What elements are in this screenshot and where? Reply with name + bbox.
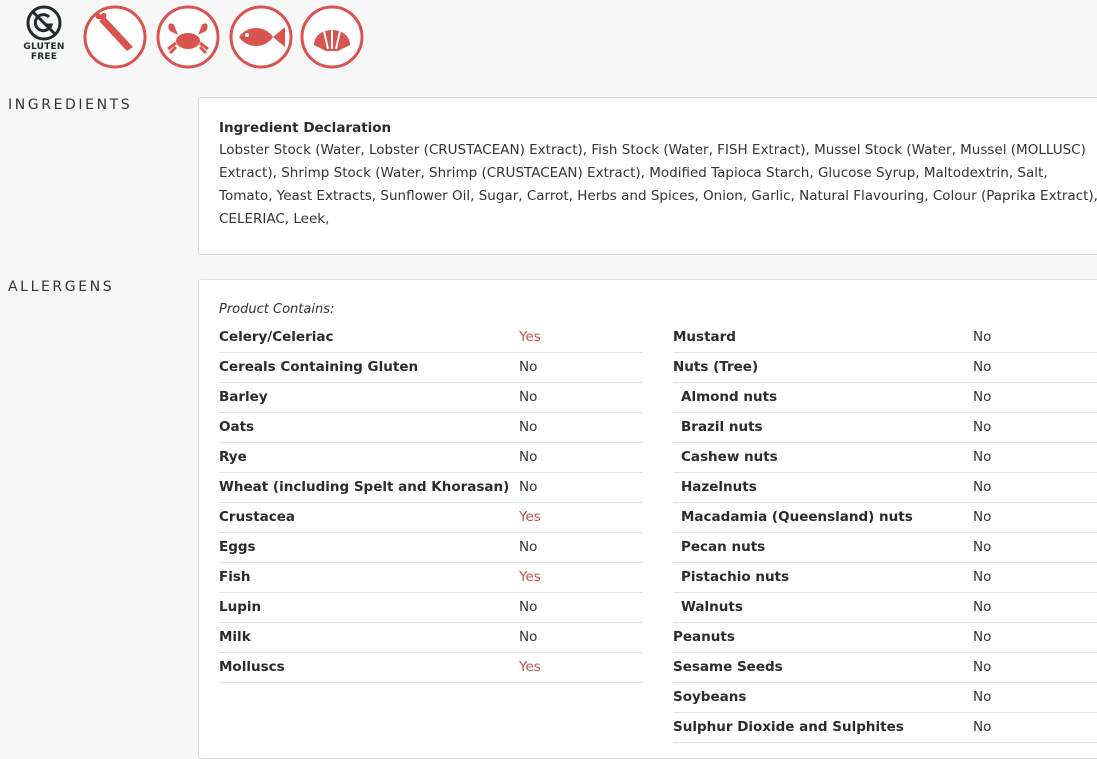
- allergen-name: Macadamia (Queensland) nuts: [681, 509, 913, 525]
- allergen-row: Rye No: [219, 443, 643, 473]
- allergen-name: Celery/Celeriac: [219, 329, 334, 345]
- allergen-row: Walnuts No: [673, 593, 1097, 623]
- allergen-name: Barley: [219, 389, 268, 405]
- celery-icon: [83, 5, 147, 69]
- allergen-name: Cashew nuts: [681, 449, 778, 465]
- allergen-name: Nuts (Tree): [673, 359, 759, 375]
- gluten-free-badge: GLUTEN FREE: [20, 4, 68, 68]
- allergen-row: Pistachio nuts No: [673, 563, 1097, 593]
- allergen-badges: GLUTEN FREE: [0, 0, 400, 75]
- gluten-free-label-1: GLUTEN: [23, 42, 65, 52]
- allergen-value: No: [973, 719, 992, 735]
- gluten-free-icon: [26, 5, 62, 41]
- allergen-name: Almond nuts: [681, 389, 778, 405]
- allergen-row: Sulphur Dioxide and Sulphites No: [673, 713, 1097, 743]
- allergen-name: Oats: [219, 419, 255, 435]
- allergen-value: No: [973, 539, 992, 555]
- allergen-value: No: [973, 479, 992, 495]
- allergen-row: Molluscs Yes: [219, 653, 643, 683]
- allergens-title: ALLERGENS: [8, 279, 115, 295]
- allergen-value: Yes: [519, 329, 541, 345]
- allergen-row: Almond nuts No: [673, 383, 1097, 413]
- allergen-row: Hazelnuts No: [673, 473, 1097, 503]
- allergen-name: Wheat (including Spelt and Khorasan): [219, 479, 510, 495]
- allergen-value: No: [519, 629, 538, 645]
- allergen-name: Crustacea: [219, 509, 296, 525]
- allergen-row: Eggs No: [219, 533, 643, 563]
- shell-icon: [300, 5, 364, 69]
- allergen-row: Mustard No: [673, 323, 1097, 353]
- allergen-name: Lupin: [219, 599, 262, 615]
- allergen-value: No: [519, 599, 538, 615]
- allergen-row: Lupin No: [219, 593, 643, 623]
- allergen-row: Crustacea Yes: [219, 503, 643, 533]
- allergen-name: Cereals Containing Gluten: [219, 359, 419, 375]
- allergen-value: No: [519, 479, 538, 495]
- allergen-value: No: [973, 389, 992, 405]
- allergen-name: Brazil nuts: [681, 419, 763, 435]
- allergen-row: Brazil nuts No: [673, 413, 1097, 443]
- ingredient-declaration-heading: Ingredient Declaration: [219, 120, 392, 136]
- allergen-value: No: [973, 629, 992, 645]
- allergen-value: No: [973, 599, 992, 615]
- allergen-value: No: [973, 419, 992, 435]
- allergen-row: Oats No: [219, 413, 643, 443]
- allergen-row: Wheat (including Spelt and Khorasan) No: [219, 473, 643, 503]
- allergen-row: Nuts (Tree) No: [673, 353, 1097, 383]
- allergen-name: Peanuts: [673, 629, 735, 645]
- allergen-name: Hazelnuts: [681, 479, 757, 495]
- product-contains-label: Product Contains:: [219, 302, 335, 317]
- allergen-name: Rye: [219, 449, 247, 465]
- allergen-value: No: [973, 689, 992, 705]
- allergen-name: Sulphur Dioxide and Sulphites: [673, 719, 904, 735]
- allergen-value: Yes: [519, 569, 541, 585]
- allergen-name: Pecan nuts: [681, 539, 766, 555]
- allergen-row: Soybeans No: [673, 683, 1097, 713]
- allergen-value: No: [519, 539, 538, 555]
- allergen-row: Macadamia (Queensland) nuts No: [673, 503, 1097, 533]
- crab-icon: [156, 5, 220, 69]
- allergen-value: No: [519, 389, 538, 405]
- allergen-row: Barley No: [219, 383, 643, 413]
- allergen-value: No: [973, 509, 992, 525]
- gluten-free-label-2: FREE: [30, 52, 58, 62]
- allergen-row: Cereals Containing Gluten No: [219, 353, 643, 383]
- allergen-row: Milk No: [219, 623, 643, 653]
- allergen-value: No: [973, 359, 992, 375]
- allergen-value: No: [519, 419, 538, 435]
- allergen-column-right: Mustard No Nuts (Tree) No Almond nuts No Brazi…: [673, 323, 1097, 743]
- allergen-value: No: [973, 329, 992, 345]
- allergen-value: No: [973, 659, 992, 675]
- allergen-name: Soybeans: [673, 689, 747, 705]
- allergen-name: Milk: [219, 629, 251, 645]
- allergen-column-left: Celery/Celeriac Yes Cereals Containing Glu…: [219, 323, 643, 683]
- allergen-value: Yes: [519, 659, 541, 675]
- ingredient-declaration-text: Lobster Stock (Water, Lobster (CRUSTACEA…: [219, 142, 1097, 227]
- allergen-value: No: [519, 359, 538, 375]
- allergen-value: Yes: [519, 509, 541, 525]
- ingredients-title: INGREDIENTS: [8, 97, 133, 113]
- allergen-row: Cashew nuts No: [673, 443, 1097, 473]
- allergen-name: Sesame Seeds: [673, 659, 783, 675]
- allergen-row: Sesame Seeds No: [673, 653, 1097, 683]
- allergen-row: Pecan nuts No: [673, 533, 1097, 563]
- allergen-name: Pistachio nuts: [681, 569, 790, 585]
- allergen-row: Peanuts No: [673, 623, 1097, 653]
- fish-icon: [229, 5, 293, 69]
- allergen-value: No: [519, 449, 538, 465]
- allergen-name: Fish: [219, 569, 251, 585]
- allergen-name: Eggs: [219, 539, 256, 555]
- allergen-row: Fish Yes: [219, 563, 643, 593]
- allergen-name: Walnuts: [681, 599, 743, 615]
- allergen-row: Celery/Celeriac Yes: [219, 323, 643, 353]
- allergen-name: Molluscs: [219, 659, 285, 675]
- allergens-panel: Product Contains: Celery/Celeriac Yes Cere…: [198, 279, 1097, 759]
- allergen-name: Mustard: [673, 329, 736, 345]
- allergen-value: No: [973, 569, 992, 585]
- ingredients-panel: Ingredient Declaration Lobster Stock (Wa…: [198, 97, 1097, 255]
- allergen-value: No: [973, 449, 992, 465]
